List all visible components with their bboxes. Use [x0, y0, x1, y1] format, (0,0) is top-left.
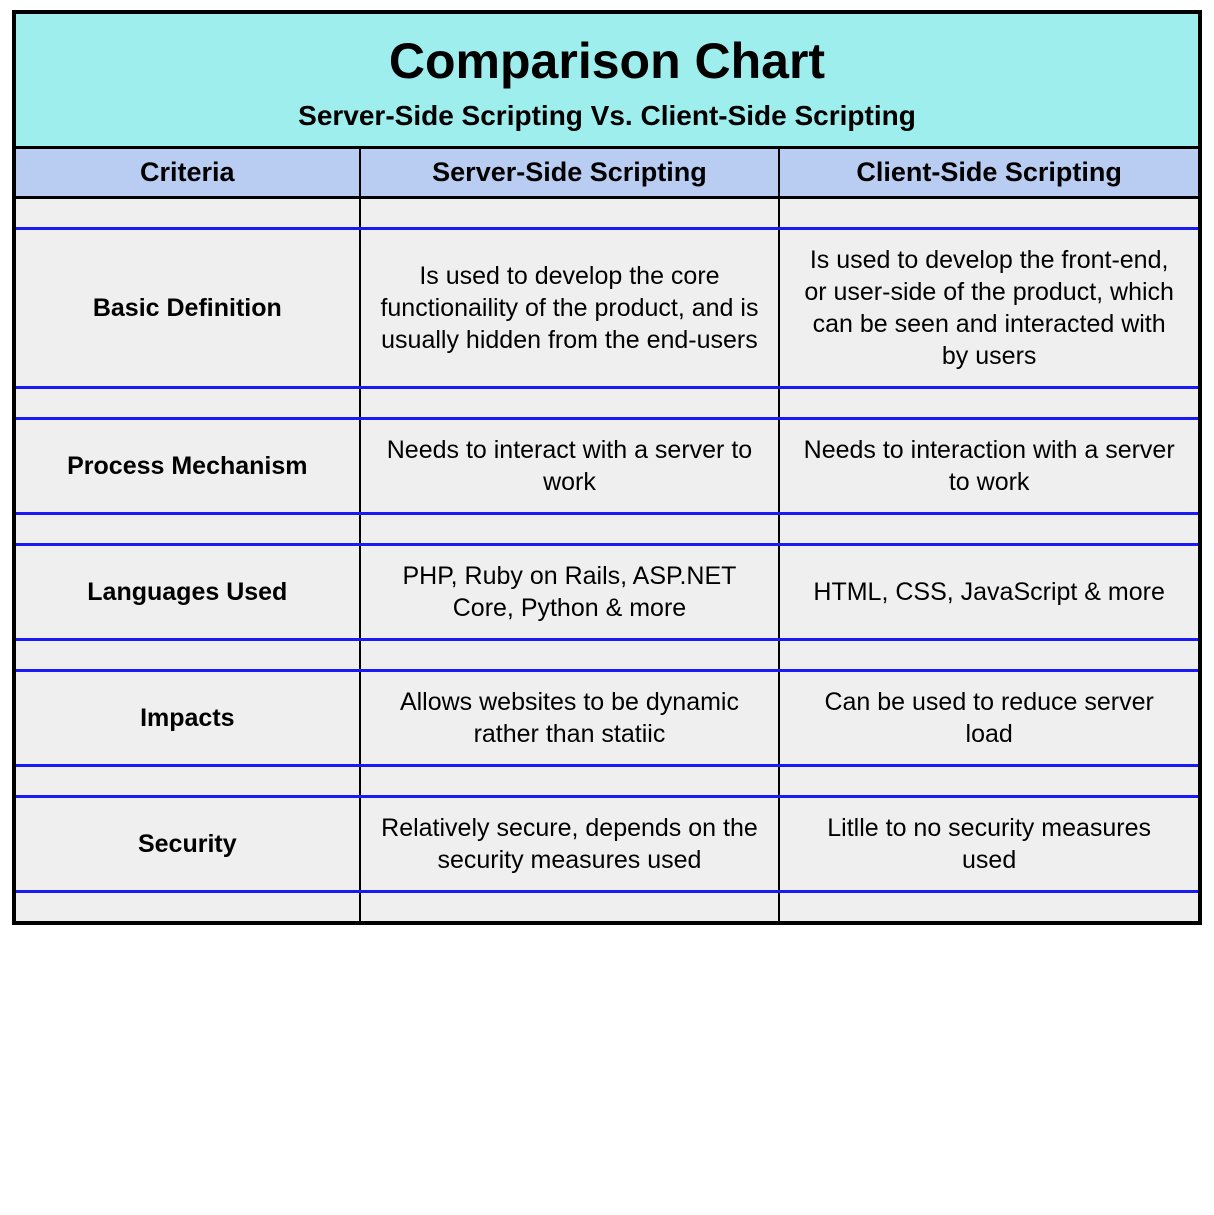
header-criteria: Criteria	[16, 149, 360, 198]
criteria-cell: Basic Definition	[16, 229, 360, 388]
table-row: Process MechanismNeeds to interact with …	[16, 419, 1198, 514]
server-cell: Allows websites to be dynamic rather tha…	[360, 671, 780, 766]
criteria-cell: Process Mechanism	[16, 419, 360, 514]
comparison-table: Criteria Server-Side Scripting Client-Si…	[16, 149, 1198, 921]
title-block: Comparison Chart Server-Side Scripting V…	[16, 14, 1198, 149]
server-cell: Relatively secure, depends on the securi…	[360, 797, 780, 892]
header-client: Client-Side Scripting	[779, 149, 1198, 198]
table-row: Basic DefinitionIs used to develop the c…	[16, 229, 1198, 388]
spacer-row	[16, 388, 1198, 419]
comparison-chart: Comparison Chart Server-Side Scripting V…	[12, 10, 1202, 925]
spacer-row	[16, 198, 1198, 229]
criteria-cell: Languages Used	[16, 545, 360, 640]
table-row: SecurityRelatively secure, depends on th…	[16, 797, 1198, 892]
spacer-row	[16, 766, 1198, 797]
spacer-row	[16, 892, 1198, 922]
client-cell: Litlle to no security measures used	[779, 797, 1198, 892]
server-cell: Needs to interact with a server to work	[360, 419, 780, 514]
criteria-cell: Impacts	[16, 671, 360, 766]
header-row: Criteria Server-Side Scripting Client-Si…	[16, 149, 1198, 198]
table-row: Languages UsedPHP, Ruby on Rails, ASP.NE…	[16, 545, 1198, 640]
client-cell: Needs to interaction with a server to wo…	[779, 419, 1198, 514]
criteria-cell: Security	[16, 797, 360, 892]
table-row: ImpactsAllows websites to be dynamic rat…	[16, 671, 1198, 766]
server-cell: PHP, Ruby on Rails, ASP.NET Core, Python…	[360, 545, 780, 640]
server-cell: Is used to develop the core functionaili…	[360, 229, 780, 388]
chart-title: Comparison Chart	[26, 32, 1188, 90]
client-cell: HTML, CSS, JavaScript & more	[779, 545, 1198, 640]
spacer-row	[16, 514, 1198, 545]
chart-subtitle: Server-Side Scripting Vs. Client-Side Sc…	[26, 100, 1188, 132]
header-server: Server-Side Scripting	[360, 149, 780, 198]
spacer-row	[16, 640, 1198, 671]
client-cell: Is used to develop the front-end, or use…	[779, 229, 1198, 388]
client-cell: Can be used to reduce server load	[779, 671, 1198, 766]
